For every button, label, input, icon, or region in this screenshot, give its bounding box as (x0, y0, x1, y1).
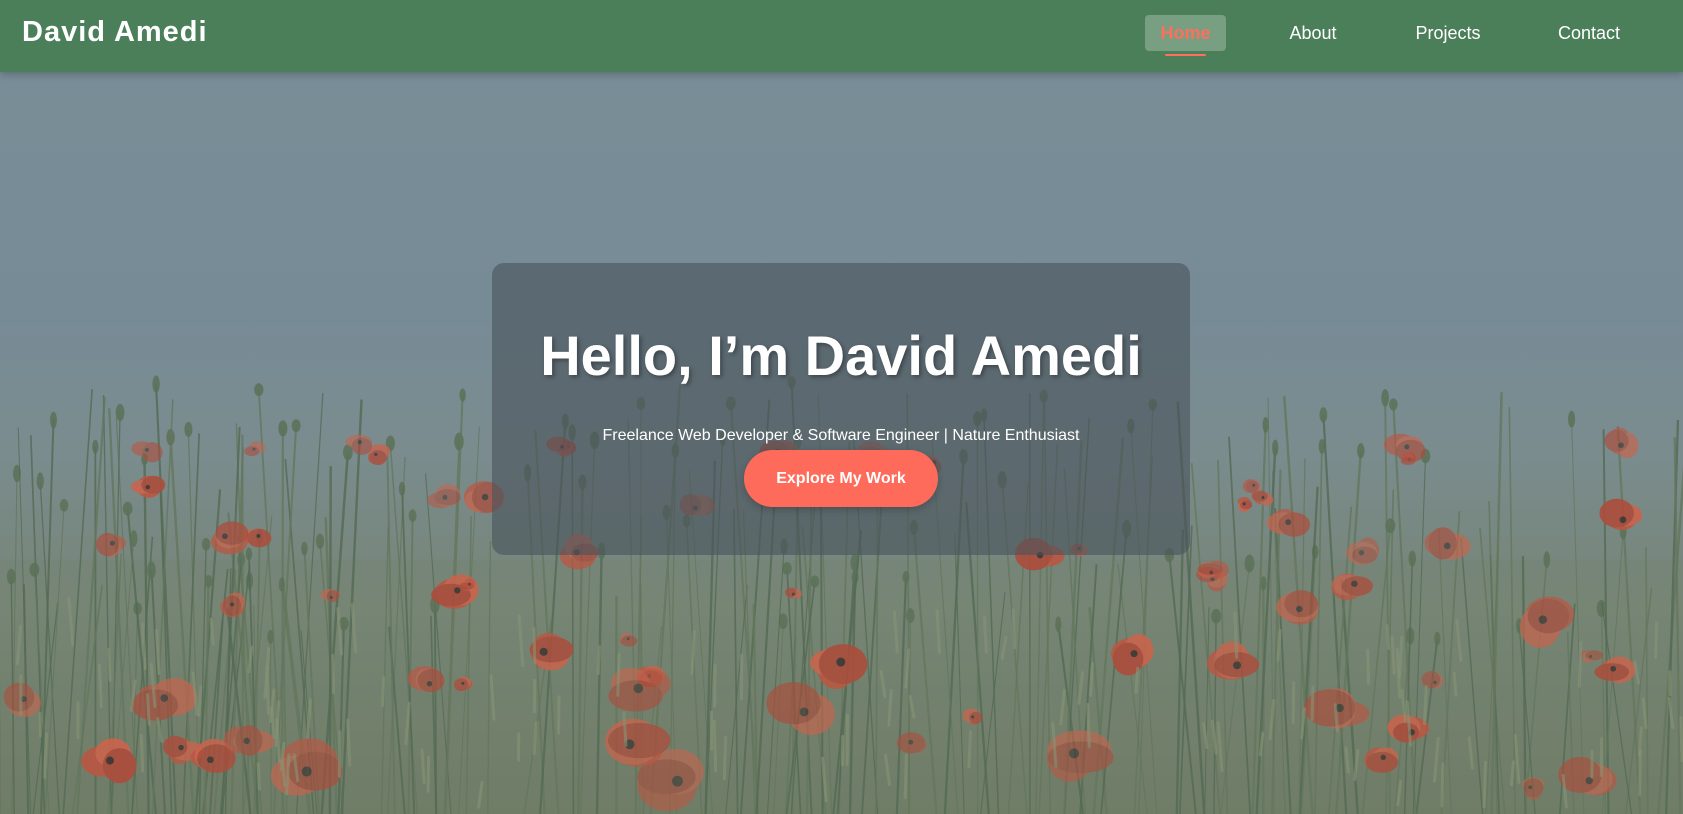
nav-link-label: About (1289, 23, 1337, 43)
explore-work-button[interactable]: Explore My Work (744, 450, 938, 507)
hero-card: Hello, I’m David Amedi Freelance Web Dev… (492, 263, 1190, 555)
nav-link-label: Home (1160, 23, 1211, 43)
nav-link-projects[interactable]: Projects (1403, 15, 1493, 51)
hero-title: Hello, I’m David Amedi (540, 324, 1142, 387)
hero-subtitle: Freelance Web Developer & Software Engin… (602, 427, 1080, 444)
nav-link-home[interactable]: Home (1145, 15, 1226, 56)
navbar: David Amedi Home About Projects Contact (0, 0, 1683, 72)
active-indicator (1165, 54, 1206, 56)
nav-link-contact[interactable]: Contact (1546, 15, 1632, 51)
nav-link-about[interactable]: About (1270, 15, 1356, 51)
nav-link-label: Contact (1557, 23, 1621, 43)
nav-link-label: Projects (1415, 23, 1481, 43)
nav-menu: Home About Projects Contact (0, 15, 1683, 56)
